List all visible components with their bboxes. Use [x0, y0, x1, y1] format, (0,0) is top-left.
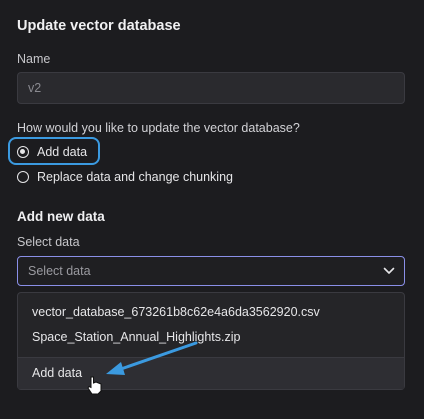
radio-replace-data-label: Replace data and change chunking [37, 170, 233, 184]
select-data-label: Select data [17, 235, 80, 249]
radio-replace-data[interactable]: Replace data and change chunking [17, 170, 233, 184]
radio-unchecked-icon[interactable] [17, 171, 29, 183]
radio-checked-icon[interactable] [17, 146, 29, 158]
dropdown-add-data-action[interactable]: Add data [32, 366, 82, 380]
select-data-placeholder: Select data [28, 264, 91, 278]
radio-add-data[interactable]: Add data [17, 145, 87, 159]
dropdown-add-data-row[interactable]: Add data [18, 358, 404, 389]
name-input[interactable]: v2 [17, 72, 405, 104]
dropdown-option-zip[interactable]: Space_Station_Annual_Highlights.zip [32, 330, 240, 344]
add-new-data-title: Add new data [17, 209, 105, 224]
panel-title: Update vector database [17, 18, 181, 34]
name-label: Name [17, 52, 51, 66]
radio-add-data-label: Add data [37, 145, 88, 159]
dropdown-menu: vector_database_673261b8c62e4a6da3562920… [17, 292, 405, 390]
update-vector-db-panel: Update vector database Name v2 How would… [0, 0, 424, 419]
update-question: How would you like to update the vector … [17, 121, 300, 135]
select-data-dropdown[interactable]: Select data [17, 256, 405, 286]
chevron-down-icon[interactable] [383, 266, 395, 276]
dropdown-option-csv[interactable]: vector_database_673261b8c62e4a6da3562920… [32, 305, 320, 319]
